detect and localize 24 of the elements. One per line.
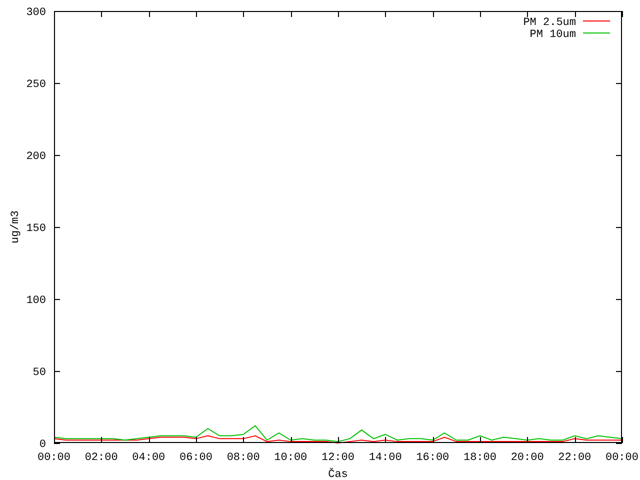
y-tick-label: 250 [26, 79, 46, 91]
x-tick-label: 04:00 [132, 452, 166, 464]
x-tick-label: 00:00 [38, 452, 70, 464]
y-tick-label: 150 [26, 223, 46, 235]
y-tick-label: 100 [26, 295, 46, 307]
legend-label: PM 2.5um [523, 17, 576, 29]
x-tick-label: 08:00 [226, 452, 260, 464]
x-tick-label: 16:00 [416, 452, 450, 464]
y-tick-label: 300 [26, 7, 46, 19]
x-tick-label: 22:00 [558, 452, 592, 464]
y-tick-label: 50 [32, 367, 46, 379]
x-tick-label: 06:00 [180, 452, 212, 464]
y-axis-title: ug/m3 [10, 210, 22, 244]
legend-label: PM 10um [530, 29, 576, 41]
y-tick-label: 200 [26, 151, 46, 163]
y-tick-label: 0 [39, 439, 46, 451]
x-axis-title: Čas [328, 469, 348, 480]
x-tick-label: 02:00 [84, 452, 118, 464]
x-tick-label: 14:00 [368, 452, 402, 464]
x-tick-label: 10:00 [274, 452, 308, 464]
x-tick-label: 00:00 [606, 452, 638, 464]
x-tick-label: 20:00 [510, 452, 544, 464]
x-tick-label: 12:00 [322, 452, 354, 464]
x-tick-label: 18:00 [464, 452, 496, 464]
